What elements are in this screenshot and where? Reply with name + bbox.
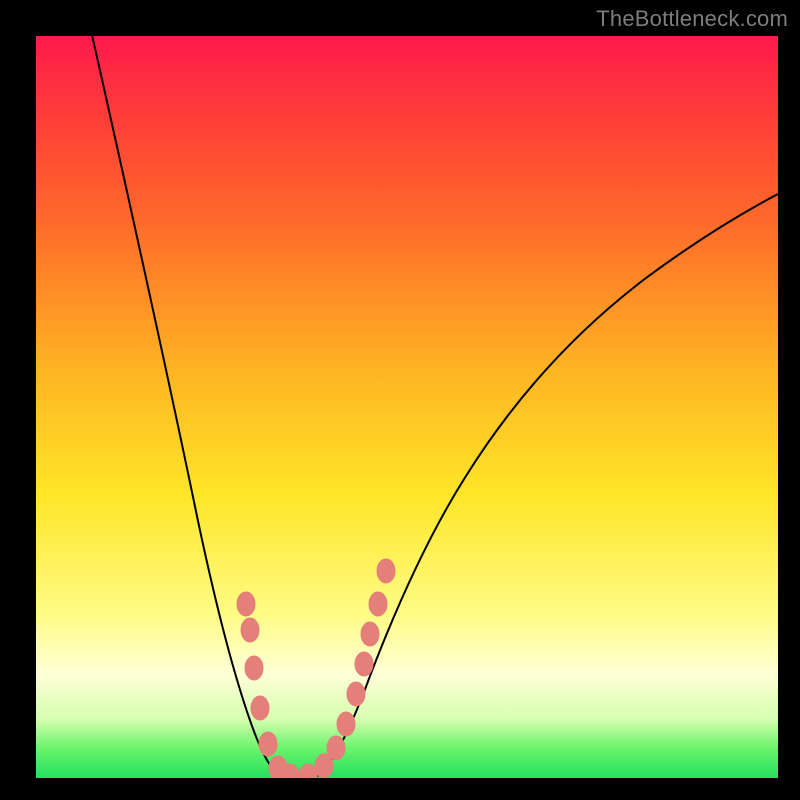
curve-group <box>90 36 778 777</box>
data-point <box>259 732 277 756</box>
data-points-group <box>237 559 395 778</box>
data-point <box>369 592 387 616</box>
data-point <box>347 682 365 706</box>
watermark-text: TheBottleneck.com <box>596 6 788 32</box>
data-point <box>245 656 263 680</box>
plot-area <box>36 36 778 778</box>
data-point <box>299 764 317 778</box>
data-point <box>327 736 345 760</box>
data-point <box>377 559 395 583</box>
data-point <box>251 696 269 720</box>
chart-svg <box>36 36 778 778</box>
data-point <box>241 618 259 642</box>
data-point <box>337 712 355 736</box>
data-point <box>355 652 373 676</box>
data-point <box>237 592 255 616</box>
data-point <box>361 622 379 646</box>
curve-right <box>316 194 778 777</box>
chart-frame: TheBottleneck.com <box>0 0 800 800</box>
